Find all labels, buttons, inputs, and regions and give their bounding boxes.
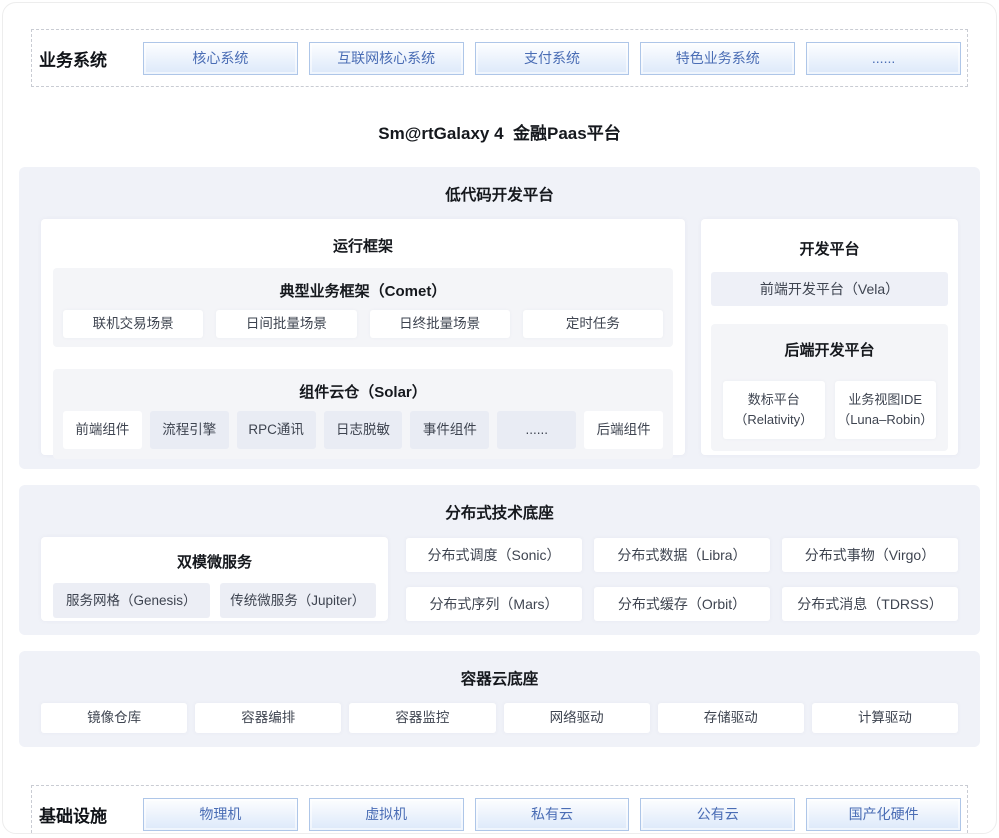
business-system-box-more: ...... <box>806 42 961 75</box>
solar-item-rpc: RPC通讯 <box>237 411 316 449</box>
infra-box-virtual-machine: 虚拟机 <box>309 798 464 831</box>
comet-item-scheduled-task: 定时任务 <box>523 310 663 338</box>
low-code-platform-title: 低代码开发平台 <box>41 183 958 205</box>
distributed-base-body: 双模微服务 服务网格（Genesis） 传统微服务（Jupiter） 分布式调度… <box>41 537 958 621</box>
runtime-framework-card: 运行框架 典型业务框架（Comet） 联机交易场景 日间批量场景 日终批量场景 … <box>41 219 685 455</box>
backend-dev-platform-box: 后端开发平台 数标平台 （Relativity） 业务视图IDE （Luna–R… <box>711 324 948 451</box>
container-item-storage-driver: 存储驱动 <box>658 703 804 733</box>
distributed-item-libra: 分布式数据（Libra） <box>594 538 770 572</box>
distributed-item-orbit: 分布式缓存（Orbit） <box>594 587 770 621</box>
distributed-item-mars: 分布式序列（Mars） <box>406 587 582 621</box>
solar-item-more: ...... <box>497 411 576 449</box>
backend-item-luna-robin-name: 业务视图IDE <box>835 390 937 410</box>
frontend-dev-platform-box: 前端开发平台（Vela） <box>711 272 948 306</box>
business-systems-section: 业务系统 核心系统 互联网核心系统 支付系统 特色业务系统 ...... <box>31 29 968 87</box>
solar-item-log-masking: 日志脱敏 <box>324 411 403 449</box>
dual-mode-microservice-card: 双模微服务 服务网格（Genesis） 传统微服务（Jupiter） <box>41 537 388 621</box>
solar-component-title: 组件云仓（Solar） <box>63 381 663 402</box>
solar-item-event-components: 事件组件 <box>410 411 489 449</box>
infrastructure-section: 基础设施 物理机 虚拟机 私有云 公有云 国产化硬件 <box>31 785 968 834</box>
comet-item-daytime-batch: 日间批量场景 <box>216 310 356 338</box>
solar-item-frontend-components: 前端组件 <box>63 411 142 449</box>
container-base-panel: 容器云底座 镜像仓库 容器编排 容器监控 网络驱动 存储驱动 计算驱动 <box>19 651 980 747</box>
comet-framework-box: 典型业务框架（Comet） 联机交易场景 日间批量场景 日终批量场景 定时任务 <box>53 268 673 347</box>
container-item-compute-driver: 计算驱动 <box>812 703 958 733</box>
container-base-title: 容器云底座 <box>41 667 958 689</box>
distributed-base-title: 分布式技术底座 <box>41 501 958 523</box>
business-system-box-special: 特色业务系统 <box>640 42 795 75</box>
dual-mode-title: 双模微服务 <box>53 551 376 572</box>
backend-item-relativity-code: （Relativity） <box>723 410 825 430</box>
comet-item-online-trade: 联机交易场景 <box>63 310 203 338</box>
solar-item-process-engine: 流程引擎 <box>150 411 229 449</box>
infra-box-public-cloud: 公有云 <box>640 798 795 831</box>
business-systems-items: 核心系统 互联网核心系统 支付系统 特色业务系统 ...... <box>143 42 961 75</box>
solar-component-box: 组件云仓（Solar） 前端组件 流程引擎 RPC通讯 日志脱敏 事件组件 ..… <box>53 369 673 459</box>
business-systems-label: 业务系统 <box>39 46 143 71</box>
container-item-monitoring: 容器监控 <box>349 703 495 733</box>
dual-mode-items: 服务网格（Genesis） 传统微服务（Jupiter） <box>53 583 376 618</box>
infrastructure-items: 物理机 虚拟机 私有云 公有云 国产化硬件 <box>143 798 961 831</box>
container-item-network-driver: 网络驱动 <box>504 703 650 733</box>
container-item-orchestration: 容器编排 <box>195 703 341 733</box>
comet-framework-title: 典型业务框架（Comet） <box>63 280 663 301</box>
comet-item-endofday-batch: 日终批量场景 <box>370 310 510 338</box>
distributed-item-sonic: 分布式调度（Sonic） <box>406 538 582 572</box>
business-system-box-core: 核心系统 <box>143 42 298 75</box>
infrastructure-label: 基础设施 <box>39 802 143 827</box>
container-base-items: 镜像仓库 容器编排 容器监控 网络驱动 存储驱动 计算驱动 <box>41 703 958 733</box>
comet-items: 联机交易场景 日间批量场景 日终批量场景 定时任务 <box>63 310 663 338</box>
distributed-item-tdrss: 分布式消息（TDRSS） <box>782 587 958 621</box>
backend-dev-items: 数标平台 （Relativity） 业务视图IDE （Luna–Robin） <box>723 381 936 439</box>
container-item-image-registry: 镜像仓库 <box>41 703 187 733</box>
runtime-framework-title: 运行框架 <box>53 235 673 256</box>
backend-item-luna-robin-code: （Luna–Robin） <box>835 410 937 430</box>
dual-mode-item-genesis: 服务网格（Genesis） <box>53 583 210 618</box>
business-system-box-payment: 支付系统 <box>475 42 630 75</box>
architecture-diagram: 业务系统 核心系统 互联网核心系统 支付系统 特色业务系统 ...... Sm@… <box>2 2 997 834</box>
distributed-item-virgo: 分布式事物（Virgo） <box>782 538 958 572</box>
page-title: Sm@rtGalaxy 4 金融Paas平台 <box>3 119 996 144</box>
backend-dev-platform-title: 后端开发平台 <box>723 339 936 360</box>
distributed-base-panel: 分布式技术底座 双模微服务 服务网格（Genesis） 传统微服务（Jupite… <box>19 485 980 635</box>
dev-platform-card: 开发平台 前端开发平台（Vela） 后端开发平台 数标平台 （Relativit… <box>701 219 958 455</box>
distributed-services-grid: 分布式调度（Sonic） 分布式数据（Libra） 分布式事物（Virgo） 分… <box>406 537 958 621</box>
infra-box-physical-machine: 物理机 <box>143 798 298 831</box>
backend-item-luna-robin: 业务视图IDE （Luna–Robin） <box>835 381 937 439</box>
business-system-box-internet-core: 互联网核心系统 <box>309 42 464 75</box>
solar-items: 前端组件 流程引擎 RPC通讯 日志脱敏 事件组件 ...... 后端组件 <box>63 411 663 449</box>
infra-box-domestic-hardware: 国产化硬件 <box>806 798 961 831</box>
backend-item-relativity-name: 数标平台 <box>723 390 825 410</box>
low-code-platform-body: 运行框架 典型业务框架（Comet） 联机交易场景 日间批量场景 日终批量场景 … <box>41 219 958 455</box>
low-code-platform-panel: 低代码开发平台 运行框架 典型业务框架（Comet） 联机交易场景 日间批量场景… <box>19 167 980 469</box>
dual-mode-item-jupiter: 传统微服务（Jupiter） <box>220 583 377 618</box>
solar-item-backend-components: 后端组件 <box>584 411 663 449</box>
dev-platform-title: 开发平台 <box>711 238 948 259</box>
backend-item-relativity: 数标平台 （Relativity） <box>723 381 825 439</box>
infra-box-private-cloud: 私有云 <box>475 798 630 831</box>
